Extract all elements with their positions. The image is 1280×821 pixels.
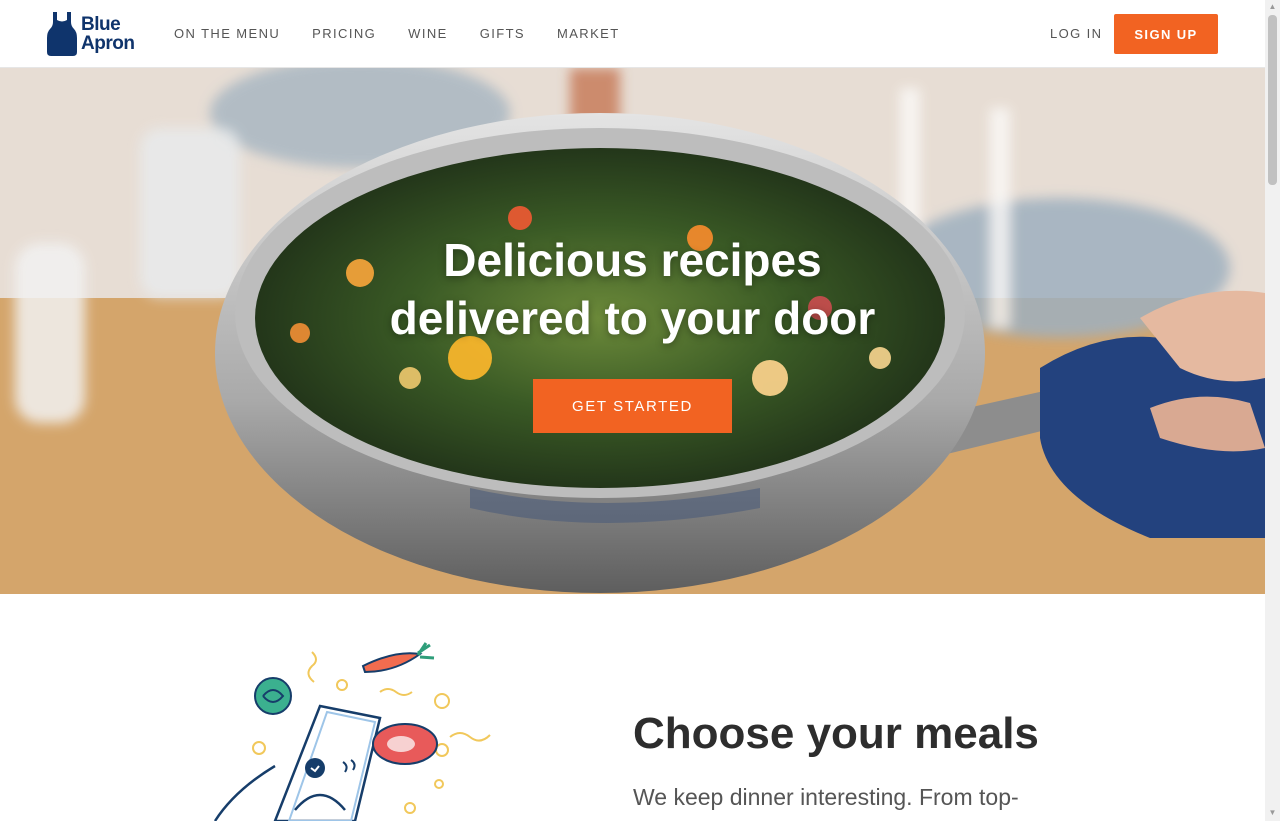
scroll-thumb[interactable] [1268, 15, 1277, 185]
signup-button[interactable]: SIGN UP [1114, 14, 1218, 54]
brand-wordmark: Blue Apron [81, 14, 135, 54]
nav-on-the-menu[interactable]: ON THE MENU [174, 26, 280, 42]
hero-title: Delicious recipes delivered to your door [389, 234, 876, 344]
nav-market[interactable]: MARKET [557, 26, 620, 42]
section-description: We keep dinner interesting. From top- [633, 784, 1019, 810]
scroll-down-arrow-icon[interactable]: ▼ [1268, 808, 1277, 817]
page-scrollbar[interactable]: ▲ ▼ [1265, 0, 1280, 821]
scroll-up-arrow-icon[interactable]: ▲ [1268, 2, 1277, 11]
site-header: Blue Apron ON THE MENU PRICING WINE GIFT… [0, 0, 1265, 68]
login-link[interactable]: LOG IN [1050, 26, 1102, 42]
hero-banner: Delicious recipes delivered to your door… [0, 68, 1265, 594]
steak-icon [372, 723, 438, 765]
section-title: Choose your meals [633, 709, 1039, 758]
apron-logo-icon [47, 12, 77, 56]
get-started-button[interactable]: GET STARTED [533, 379, 732, 433]
nav-gifts[interactable]: GIFTS [480, 26, 525, 42]
phone-illustration [213, 642, 491, 821]
brand-logo[interactable]: Blue Apron [47, 12, 143, 56]
nav-wine[interactable]: WINE [408, 26, 448, 42]
main-nav: ON THE MENU PRICING WINE GIFTS MARKET [174, 26, 652, 42]
carrot-icon [361, 642, 435, 674]
nav-pricing[interactable]: PRICING [312, 26, 376, 42]
cabbage-icon [254, 677, 292, 715]
